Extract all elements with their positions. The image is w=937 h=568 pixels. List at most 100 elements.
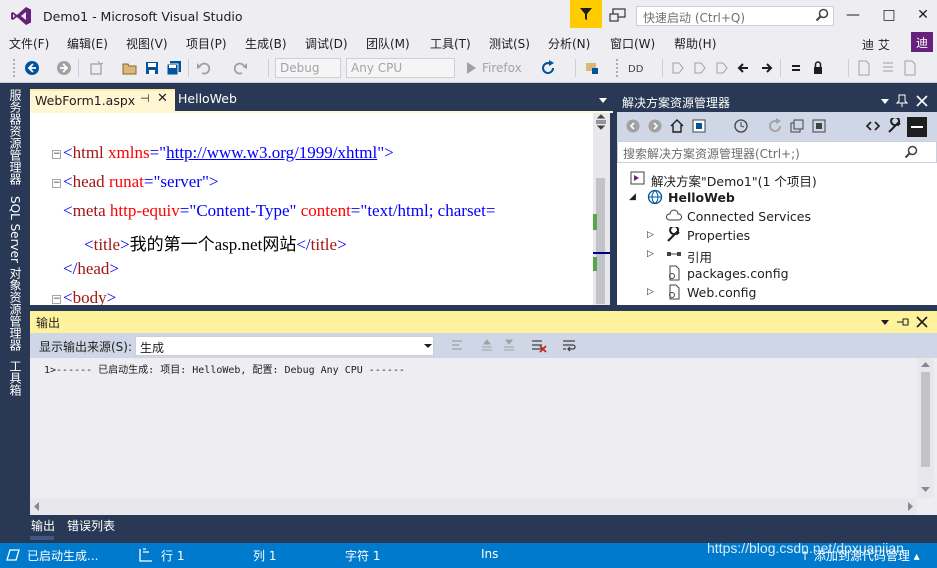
notification-flag-icon[interactable] — [570, 0, 602, 28]
scroll-left-icon[interactable] — [34, 502, 40, 511]
solution-configuration-select[interactable]: Debug — [275, 58, 341, 78]
tree-item-solution[interactable]: 解决方案"Demo1"(1 个项目) — [651, 171, 817, 190]
show-all-files-icon[interactable] — [811, 118, 827, 134]
lock-icon[interactable] — [810, 60, 826, 76]
close-icon[interactable] — [916, 316, 928, 328]
tree-item-connected-services[interactable]: Connected Services — [687, 209, 811, 224]
solution-platform-select[interactable]: Any CPU — [346, 58, 455, 78]
menu-window[interactable]: 窗口(W) — [610, 35, 655, 52]
status-column[interactable]: 列 1 — [253, 547, 276, 564]
arrow-left-icon[interactable] — [736, 60, 752, 76]
menu-tools[interactable]: 工具(T) — [430, 35, 471, 52]
tab-webform1-aspx[interactable]: WebForm1.aspx — [30, 89, 175, 111]
tab-helloweb[interactable]: HelloWeb — [178, 91, 237, 106]
user-name[interactable]: 迪 艾 — [862, 36, 890, 53]
forward-icon[interactable] — [647, 118, 663, 134]
chevron-down-icon[interactable] — [880, 318, 890, 326]
tree-collapsed-icon[interactable]: ▷ — [647, 249, 654, 259]
close-window-button[interactable]: ✕ — [913, 6, 933, 24]
tree-item-properties[interactable]: Properties — [687, 228, 750, 243]
menu-project[interactable]: 项目(P) — [186, 35, 227, 52]
save-icon[interactable] — [144, 60, 160, 76]
find-message-in-code-icon[interactable] — [449, 338, 465, 354]
menu-view[interactable]: 视图(V) — [126, 35, 168, 52]
navigate-back-icon[interactable] — [24, 60, 40, 76]
minimize-button[interactable]: — — [843, 6, 863, 24]
format-document-icon[interactable]: DD — [628, 60, 644, 76]
tab-output[interactable]: 输出 — [31, 517, 55, 534]
properties-wrench-icon[interactable] — [887, 118, 903, 134]
document-list-icon[interactable] — [902, 60, 918, 76]
list-icon[interactable] — [880, 60, 896, 76]
home-icon[interactable] — [669, 118, 685, 134]
sync-icon[interactable] — [767, 118, 783, 134]
server-explorer-tab[interactable]: 服务器资源管理器 — [7, 89, 24, 185]
bookmark-previous-icon[interactable] — [692, 60, 708, 76]
clear-all-icon[interactable] — [531, 338, 547, 354]
pin-icon[interactable] — [896, 94, 908, 108]
navigate-forward-icon[interactable] — [56, 60, 72, 76]
browser-select-label[interactable]: Firefox — [482, 61, 522, 75]
status-insert-mode[interactable]: Ins — [481, 547, 498, 561]
arrow-right-icon[interactable] — [758, 60, 774, 76]
editor-scroll-thumb[interactable] — [596, 178, 605, 304]
menu-test[interactable]: 测试(S) — [489, 35, 530, 52]
bookmark-icon[interactable] — [670, 60, 686, 76]
tree-item-project[interactable]: HelloWeb — [668, 190, 735, 205]
tree-collapsed-icon[interactable]: ▷ — [647, 287, 654, 297]
collapse-icon[interactable]: − — [52, 295, 61, 304]
menu-file[interactable]: 文件(F) — [9, 35, 49, 52]
maximize-button[interactable]: □ — [879, 6, 899, 24]
new-project-icon[interactable] — [88, 60, 104, 76]
tree-item-references[interactable]: 引用 — [687, 247, 712, 266]
start-debugging-icon[interactable] — [463, 60, 479, 76]
scroll-up-icon[interactable] — [921, 362, 930, 368]
tree-item-packages-config[interactable]: packages.config — [687, 266, 789, 281]
quick-launch-input[interactable]: 快速启动 (Ctrl+Q) — [636, 6, 834, 26]
chevron-down-icon[interactable] — [424, 343, 432, 349]
previous-message-icon[interactable] — [479, 338, 495, 354]
menu-edit[interactable]: 编辑(E) — [67, 35, 108, 52]
pin-icon[interactable]: ⊣ — [140, 92, 150, 105]
switch-views-icon[interactable] — [691, 118, 707, 134]
redo-icon[interactable] — [232, 60, 248, 76]
pin-icon[interactable] — [896, 316, 910, 328]
chevron-down-icon[interactable] — [880, 97, 890, 105]
bookmark-next-icon[interactable] — [714, 60, 730, 76]
tree-collapsed-icon[interactable]: ▷ — [647, 230, 654, 240]
scroll-right-icon[interactable] — [907, 502, 913, 511]
menu-build[interactable]: 生成(B) — [245, 35, 287, 52]
save-all-icon[interactable] — [166, 60, 182, 76]
document-icon[interactable] — [856, 60, 872, 76]
status-line[interactable]: 行 1 — [161, 547, 184, 564]
preview-selected-items-button[interactable] — [907, 117, 927, 137]
toolbar-grip[interactable] — [615, 58, 619, 78]
sql-server-object-explorer-tab[interactable]: SQL Server 对象资源管理器 — [7, 196, 24, 351]
tree-item-web-config[interactable]: Web.config — [687, 285, 756, 300]
output-source-select[interactable]: 生成 — [135, 336, 434, 356]
tab-list-dropdown-icon[interactable] — [598, 96, 608, 104]
toolbox-tab[interactable]: 工具箱 — [7, 360, 24, 396]
close-icon[interactable] — [916, 95, 928, 107]
tab-error-list[interactable]: 错误列表 — [67, 517, 115, 534]
search-icon[interactable] — [904, 145, 918, 159]
close-tab-icon[interactable]: ✕ — [157, 91, 168, 106]
next-message-icon[interactable] — [501, 338, 517, 354]
split-window-icon[interactable] — [594, 114, 608, 130]
comment-icon[interactable] — [788, 60, 804, 76]
output-scroll-thumb[interactable] — [921, 372, 930, 467]
toolbar-grip[interactable] — [12, 58, 16, 78]
output-text-area[interactable] — [30, 358, 937, 515]
menu-analyze[interactable]: 分析(N) — [548, 35, 590, 52]
status-char[interactable]: 字符 1 — [345, 547, 380, 564]
toggle-word-wrap-icon[interactable] — [561, 338, 577, 354]
menu-team[interactable]: 团队(M) — [366, 35, 410, 52]
output-horizontal-scrollbar[interactable] — [30, 498, 917, 515]
feedback-icon[interactable] — [609, 7, 627, 23]
open-folder-icon[interactable] — [122, 60, 138, 76]
search-icon[interactable] — [815, 8, 829, 22]
menu-help[interactable]: 帮助(H) — [674, 35, 716, 52]
collapse-icon[interactable]: − — [52, 179, 61, 188]
collapse-icon[interactable]: − — [52, 150, 61, 159]
user-avatar[interactable]: 迪 — [911, 32, 933, 52]
